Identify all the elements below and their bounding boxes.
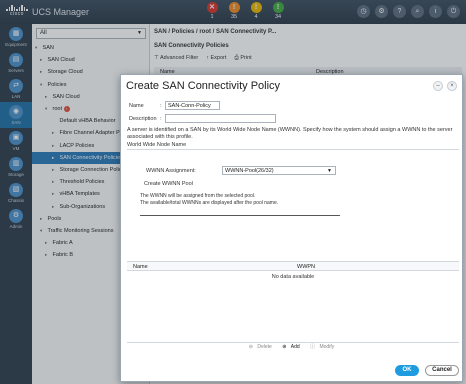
minimize-icon[interactable]: –	[433, 81, 443, 91]
empty-table-message: No data available	[271, 274, 315, 280]
divider	[140, 215, 340, 216]
close-icon[interactable]: ×	[447, 81, 457, 91]
delete-label: Delete	[257, 344, 272, 350]
vhba-table-header: Name WWPN	[127, 261, 459, 271]
description-separator: :	[160, 116, 162, 122]
column-name[interactable]: Name	[133, 264, 148, 270]
wwnn-assignment-label: WWNN Assignment:	[146, 168, 196, 174]
modify-button[interactable]: ⓘ Modify	[310, 344, 337, 350]
description-field[interactable]	[165, 114, 276, 123]
section-divider	[127, 149, 459, 150]
dialog-title: Create SAN Connectivity Policy	[126, 80, 281, 92]
add-label: Add	[290, 344, 300, 350]
wwnn-assignment-select[interactable]: WWNN-Pool(26/32) ▼	[222, 166, 336, 175]
add-button[interactable]: ⊕ Add	[282, 344, 303, 350]
cancel-button[interactable]: Cancel	[425, 365, 459, 376]
section-title: World Wide Node Name	[127, 142, 187, 148]
description-label: Description	[129, 116, 157, 122]
ok-button[interactable]: OK	[395, 365, 419, 376]
name-field[interactable]: SAN-Conn-Policy	[165, 101, 220, 110]
delete-button[interactable]: ⊖ Delete	[249, 344, 275, 350]
create-san-connectivity-policy-dialog: Create SAN Connectivity Policy – × Name …	[120, 74, 463, 382]
wwnn-note-line-2: The available/total WWNNs are displayed …	[140, 200, 279, 206]
wwnn-assignment-value: WWNN-Pool(26/32)	[225, 168, 274, 174]
modify-label: Modify	[319, 344, 335, 350]
chevron-down-icon: ▼	[327, 168, 332, 174]
create-wwnn-pool-link[interactable]: Create WWNN Pool	[144, 181, 193, 187]
wwnn-note: The WWNN will be assigned from the selec…	[140, 193, 278, 207]
table-actions: ⊖ Delete ⊕ Add ⓘ Modify	[127, 343, 459, 353]
wwnn-note-line-1: The WWNN will be assigned from the selec…	[140, 193, 256, 199]
vhba-table-body	[127, 271, 459, 343]
name-separator: :	[160, 103, 162, 109]
column-wwpn[interactable]: WWPN	[297, 264, 315, 270]
info-text: A server is identified on a SAN by its W…	[127, 127, 453, 140]
name-label: Name	[129, 103, 144, 109]
